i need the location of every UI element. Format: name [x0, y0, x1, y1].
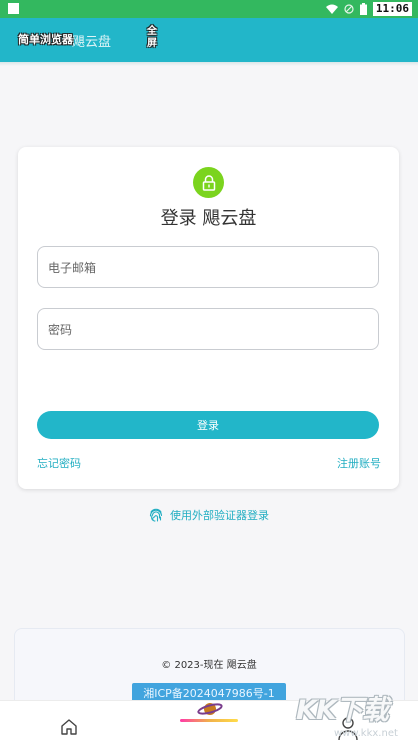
copyright-text: © 2023-现在 飓云盘 [161, 660, 257, 671]
password-field[interactable]: 密码 [37, 308, 379, 350]
lock-icon [202, 174, 215, 191]
login-title: 登录 飓云盘 [160, 208, 257, 229]
email-field[interactable]: 电子邮箱 [37, 246, 379, 288]
login-card: 登录 飓云盘 电子邮箱 密码 登录 忘记密码 注册账号 [18, 147, 399, 489]
planet-icon[interactable] [196, 699, 224, 719]
register-link[interactable]: 注册账号 [337, 455, 381, 471]
app-bar-shadow [0, 62, 418, 66]
nav-active-indicator [180, 719, 238, 722]
login-button[interactable]: 登录 [37, 411, 379, 439]
app-bar: 飓云盘 简单浏览器 全屏 [0, 18, 418, 62]
fingerprint-icon [149, 508, 163, 522]
home-icon[interactable] [59, 717, 79, 737]
status-time: 11:06 [372, 2, 412, 16]
battery-icon [359, 3, 367, 15]
password-placeholder: 密码 [48, 322, 73, 337]
app-title: 飓云盘 [72, 35, 112, 50]
notification-icon [8, 3, 19, 14]
status-bar: 11:06 [0, 0, 418, 18]
watermark: KK下载 www.kkx.net [296, 688, 418, 744]
status-icons: 11:06 [325, 2, 412, 16]
watermark-logo: KK下载 [296, 695, 389, 726]
external-login-label: 使用外部验证器登录 [170, 509, 269, 522]
signal-icon [344, 4, 354, 14]
lock-badge [193, 167, 224, 198]
forgot-password-link[interactable]: 忘记密码 [37, 455, 81, 471]
external-login-link[interactable]: 使用外部验证器登录 [148, 507, 269, 523]
browser-label: 简单浏览器 [18, 33, 73, 46]
fullscreen-button[interactable]: 全屏 [145, 26, 159, 50]
watermark-url: www.kkx.net [334, 728, 398, 739]
email-placeholder: 电子邮箱 [48, 260, 97, 275]
wifi-icon [325, 4, 338, 14]
